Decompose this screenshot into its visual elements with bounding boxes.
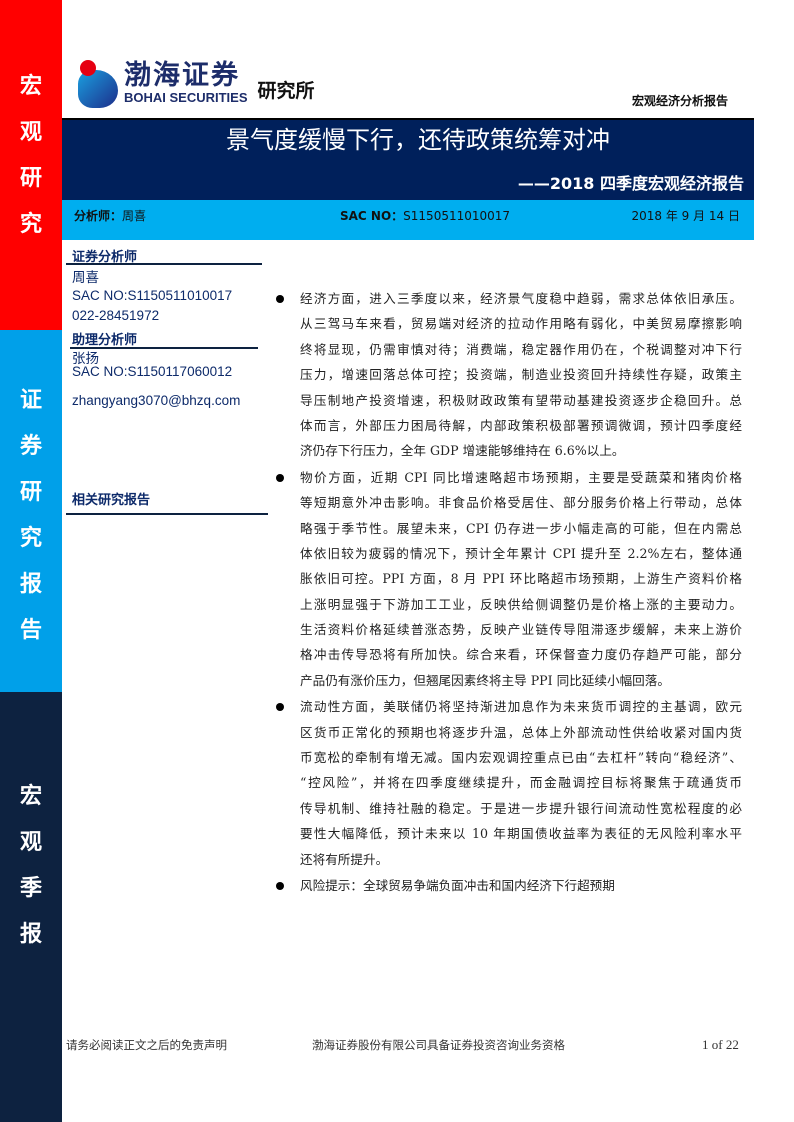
footer-disclaimer: 请务必阅读正文之后的免责声明 [66, 1038, 227, 1052]
divider [66, 513, 268, 515]
paragraph-line: 体依旧较为疲弱的情况下，预计全年累计 CPI 提升至 2.2%左右，整体通 [300, 545, 742, 561]
sac-info: SAC NO：S1150511010017 [340, 207, 510, 224]
divider [66, 263, 262, 265]
logo-cn: 渤海证券 [124, 60, 240, 91]
sidebar-char: 研 [19, 166, 42, 191]
paragraph-line: “控风险”，并将在四季度继续提升，而金融调控目标将聚焦于疏通货币 [300, 775, 742, 791]
summary-body: 经济方面，进入三季度以来，经济景气度稳中趋弱，需求总体依旧承压。 从三驾马车来看，… [274, 286, 742, 899]
paragraph-line: 从三驾马车来看，贸易端对经济的拉动作用略有弱化，中美贸易摩擦影响 [300, 316, 742, 332]
bullet-icon [276, 473, 284, 482]
sidebar-char: 宏 [19, 784, 42, 809]
paragraph-line: 生活资料价格延续普涨态势，反映产业链传导阻滞逐步缓解，未来上游价 [300, 622, 742, 638]
sidebar-char: 报 [19, 922, 42, 947]
bullet-paragraph: 风险提示：全球贸易争端负面冲击和国内经济下行超预期 [274, 873, 742, 898]
paragraph-line: 区货币正常化的预期也将逐步升温，总体上外部流动性供给收紧对国内货 [300, 724, 742, 740]
sidebar-securities-report: 证券研究报告 [0, 330, 62, 692]
bullet-paragraph: 流动性方面，美联储仍将坚持渐进加息作为未来货币调控的主基调，欧元 区货币正常化的预… [274, 694, 742, 872]
paragraph-line: 等短期意外冲击影响。非食品价格受居住、部分服务价格上行带动，总体 [300, 495, 742, 511]
paragraph-line: 胀依旧可控。PPI 方面，8 月 PPI 环比略超市场预期，上游生产资料价格 [300, 571, 742, 587]
paragraph-line: 格冲击传导恐将有所加快。综合来看，环保督查力度仍存趋严可能，部分 [300, 647, 742, 663]
bullet-paragraph: 经济方面，进入三季度以来，经济景气度稳中趋弱，需求总体依旧承压。 从三驾马车来看，… [274, 286, 742, 464]
sac-label: SAC NO： [340, 209, 404, 223]
report-type: 宏观经济分析报告 [631, 94, 728, 108]
sidebar-char: 证 [19, 388, 42, 413]
sidebar-char: 研 [19, 480, 42, 505]
paragraph-line: 流动性方面，美联储仍将坚持渐进加息作为未来货币调控的主基调，欧元 [300, 699, 742, 715]
logo-en: BOHAI SECURITIES [124, 90, 248, 105]
sidebar-char: 究 [19, 212, 42, 237]
page-title: 景气度缓慢下行，还待政策统筹对冲 [226, 126, 610, 154]
sidebar-macro-research: 宏观研究 [0, 0, 62, 330]
sidebar-char: 究 [19, 526, 42, 551]
paragraph-line: 经济方面，进入三季度以来，经济景气度稳中趋弱，需求总体依旧承压。 [300, 291, 742, 306]
paragraph-line: 略强于季节性。展望未来，CPI 仍存进一步小幅走高的可能，但在内需总 [300, 520, 742, 536]
assistant-email[interactable]: zhangyang3070@bhzq.com [72, 393, 240, 408]
related-reports-heading: 相关研究报告 [72, 493, 151, 508]
sidebar-char: 宏 [19, 74, 42, 99]
paragraph-line: 上涨明显强于下游加工工业，反映供给侧调整仍是价格上涨的主要动力。 [300, 596, 742, 612]
analyst-label: 分析师： [74, 209, 123, 223]
report-date: 2018 年 9 月 14 日 [631, 209, 740, 223]
paragraph-line: 还将有所提升。 [300, 851, 389, 867]
company-logo: 渤海证券 BOHAI SECURITIES 研究所 [76, 58, 315, 108]
sidebar-char: 报 [19, 572, 42, 597]
paragraph-line: 济仍存下行压力，全年 GDP 增速能够维持在 6.6%以上。 [300, 443, 625, 459]
bullet-paragraph: 物价方面，近期 CPI 同比增速略超市场预期，主要是受蔬菜和猪肉价格 等短期意外冲… [274, 465, 742, 694]
title-band: 景气度缓慢下行，还待政策统筹对冲 ——2018 四季度宏观经济报告 [62, 118, 754, 200]
sac-number: S1150511010017 [403, 209, 511, 223]
assistant-heading: 助理分析师 [72, 333, 138, 348]
paragraph-line: 传导机制、维持社融的稳定。于是进一步提升银行间流动性宽松程度的必 [300, 800, 742, 816]
sidebar-quarterly: 宏观季报 [0, 692, 62, 1122]
analyst-sac: SAC NO:S1150511010017 [72, 288, 233, 303]
analyst-name: 周喜 [122, 209, 147, 223]
paragraph-line: 压力，增速回落总体可控；投资端，制造业投资回升持续性存疑，政策主 [300, 367, 742, 383]
sidebar-char: 观 [19, 120, 42, 145]
info-bar: 分析师：周喜 SAC NO：S1150511010017 2018 年 9 月 … [62, 200, 754, 240]
analyst-phone: 022-28451972 [72, 308, 160, 323]
paragraph-line: 产品仍有涨价压力，但翘尾因素终将主导 PPI 同比延续小幅回落。 [300, 672, 670, 688]
sidebar-char: 季 [19, 876, 42, 901]
page-number: 1 of 22 [702, 1037, 739, 1052]
paragraph-line: 导压制地产投资增速，积极财政政策有望带动基建投资逐步企稳回升。总 [300, 392, 742, 408]
paragraph-line: 物价方面，近期 CPI 同比增速略超市场预期，主要是受蔬菜和猪肉价格 [300, 469, 742, 485]
bullet-icon [276, 703, 284, 712]
paragraph-line: 要性大幅降低，预计未来以 10 年期国债收益率为表征的无风险利率水平 [300, 826, 742, 842]
footer-qualification: 渤海证券股份有限公司具备证券投资咨询业务资格 [312, 1038, 565, 1052]
logo-institute: 研究所 [257, 79, 315, 102]
analyst-name: 周喜 [72, 270, 99, 285]
paragraph-line: 体而言，外部压力困局待解，内部政策积极部署预调微调，预计四季度经 [300, 417, 742, 433]
bullet-icon [276, 295, 284, 303]
analyst-info: 分析师：周喜 [74, 207, 146, 224]
sidebar-char: 券 [19, 434, 42, 459]
bullet-icon [276, 881, 284, 890]
logo-mark-icon [76, 58, 118, 108]
paragraph-line: 终将显现，仍需审慎对待；消费端，稳定器作用仍在，个税调整对冲下行 [300, 341, 742, 357]
sidebar-char: 告 [19, 618, 42, 643]
sidebar-char: 观 [19, 830, 42, 855]
paragraph-line: 风险提示：全球贸易争端负面冲击和国内经济下行超预期 [300, 877, 615, 893]
page-subtitle: ——2018 四季度宏观经济报告 [517, 174, 744, 193]
paragraph-line: 币宽松的牵制有增无减。国内宏观调控重点已由“去杠杆”转向“稳经济”、 [300, 750, 742, 766]
assistant-sac: SAC NO:S1150117060012 [72, 364, 233, 379]
